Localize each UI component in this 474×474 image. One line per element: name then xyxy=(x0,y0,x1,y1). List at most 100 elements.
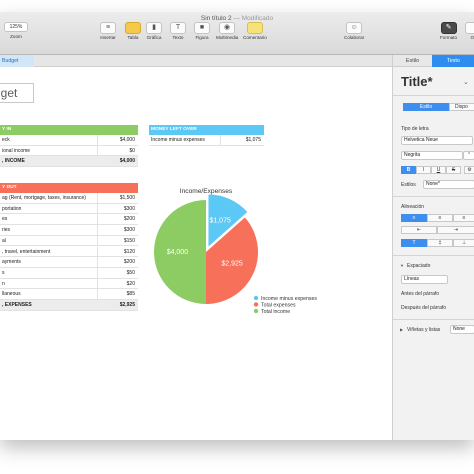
tab-budget[interactable]: Budget xyxy=(0,55,34,67)
seg-style[interactable]: Estilo xyxy=(403,103,449,111)
table-row[interactable]: al $150 xyxy=(0,235,138,247)
legend-swatch xyxy=(253,302,259,307)
align-right-button[interactable]: ≡ xyxy=(453,214,474,222)
money-left-header[interactable]: MONEY LEFT OVER xyxy=(149,125,264,135)
income-expenses-chart[interactable]: Income/Expenses $1,075 $2,925 $4,000 Incom… xyxy=(143,182,333,322)
strikethrough-button[interactable]: S xyxy=(446,166,461,174)
total-label: , INCOME xyxy=(2,158,25,165)
media-button[interactable]: ◉ Multimedia xyxy=(216,22,238,40)
disclosure-triangle-icon[interactable]: ▼ xyxy=(400,263,404,268)
font-size-stepper[interactable]: ⌃ xyxy=(463,151,474,160)
chevron-down-icon[interactable]: ⌄ xyxy=(463,78,469,86)
valign-bottom-button[interactable]: ⊥ xyxy=(453,239,474,247)
row-value: $1,500 xyxy=(119,195,135,201)
table-button[interactable]: Tabla xyxy=(125,22,141,40)
text-icon: T xyxy=(170,22,186,34)
table-row[interactable]: llaneous $85 xyxy=(0,289,138,300)
bold-button[interactable]: B xyxy=(401,166,416,174)
row-label: Income minus expenses xyxy=(151,137,205,143)
divider xyxy=(393,319,474,320)
character-style-select[interactable]: None* xyxy=(423,180,474,189)
cell-divider xyxy=(97,267,98,278)
cell-divider xyxy=(97,214,98,225)
italic-button[interactable]: I xyxy=(416,166,431,174)
valign-middle-button[interactable]: ‡ xyxy=(427,239,453,247)
table-row[interactable]: ag (Rent, mortgage, taxes, insurance) $1,… xyxy=(0,193,138,204)
money-in-header[interactable]: Y IN xyxy=(0,125,138,135)
sheet-title[interactable]: dget xyxy=(0,83,34,103)
table-total-row[interactable]: , INCOME $4,000 xyxy=(0,156,138,168)
sheet-canvas[interactable]: dget Y IN eck $4,000 ional income $0 , INCOM… xyxy=(0,67,392,440)
table-row[interactable]: es $200 xyxy=(0,214,138,226)
row-value: $200 xyxy=(123,259,135,266)
text-button[interactable]: T Texto xyxy=(170,22,186,40)
app-window: Sin título 2 — Modificado 125% Zoom ≡ In… xyxy=(0,12,474,440)
table-row[interactable]: Income minus expenses $1,075 xyxy=(149,135,264,146)
indent-decrease-button[interactable]: ⇤ xyxy=(401,226,437,234)
table-row[interactable]: ayments $200 xyxy=(0,257,138,268)
table-row[interactable]: portation $300 xyxy=(0,203,138,215)
disclosure-triangle-icon[interactable]: ▶ xyxy=(400,327,403,332)
media-icon: ◉ xyxy=(219,22,236,34)
comment-button[interactable]: Comentario xyxy=(243,22,267,40)
underline-button[interactable]: U xyxy=(431,166,446,174)
bullets-select[interactable]: None xyxy=(450,325,474,334)
bullets-label[interactable]: Viñetas y listas xyxy=(407,327,440,333)
list-icon: ≡ xyxy=(100,22,116,34)
organize-button[interactable]: Or xyxy=(465,22,474,40)
cell-divider xyxy=(97,145,98,156)
row-value: $300 xyxy=(123,205,135,212)
comment-label: Comentario xyxy=(243,35,267,40)
indent-increase-button[interactable]: ⇥ xyxy=(437,226,474,234)
paragraph-style-name[interactable]: Title* xyxy=(401,74,433,89)
table-row[interactable]: eck $4,000 xyxy=(0,135,138,146)
row-label: llaneous xyxy=(2,291,21,298)
shape-button[interactable]: ■ Figura xyxy=(194,22,210,40)
insert-button[interactable]: ≡ Insertar xyxy=(100,22,116,40)
format-button[interactable]: ✎ Formato xyxy=(440,22,457,40)
table-total-row[interactable]: , EXPENSES $2,925 xyxy=(0,300,138,311)
document-title[interactable]: Sin título 2 — Modificado xyxy=(0,15,474,22)
row-label: eck xyxy=(2,137,10,143)
row-value: $50 xyxy=(126,269,135,276)
row-value: $0 xyxy=(129,147,135,154)
collaborate-button[interactable]: ☺ Colaborar xyxy=(344,22,364,40)
font-weight-select[interactable]: Negrita xyxy=(401,151,463,160)
table-label: Tabla xyxy=(127,35,139,40)
table-row[interactable]: , travel, entertainment $120 xyxy=(0,246,138,258)
align-center-button[interactable]: ≡ xyxy=(427,214,453,222)
zoom-button[interactable]: 125% Zoom xyxy=(4,22,28,39)
cell-divider xyxy=(220,135,221,145)
table-row[interactable]: ional income $0 xyxy=(0,145,138,157)
organize-label: Or xyxy=(470,35,474,40)
zoom-label: Zoom xyxy=(10,34,22,39)
font-family-select[interactable]: Helvetica Neue xyxy=(401,136,473,145)
total-label: , EXPENSES xyxy=(2,302,32,308)
styles-label: Estilos xyxy=(401,182,416,188)
tab-text[interactable]: Texto xyxy=(432,55,474,67)
spacing-label[interactable]: Espaciado xyxy=(407,263,430,269)
row-value: $150 xyxy=(123,237,135,244)
table-row[interactable]: s $50 xyxy=(0,267,138,279)
after-paragraph-label: Después del párrafo xyxy=(401,305,447,311)
table-row[interactable]: ries $300 xyxy=(0,225,138,236)
legend-swatch xyxy=(253,308,259,314)
chart-button[interactable]: ▮ Gráfica xyxy=(146,22,162,40)
organize-icon xyxy=(465,22,474,34)
table-row[interactable]: n $20 xyxy=(0,278,138,290)
text-label: Texto xyxy=(172,35,184,40)
gear-icon[interactable]: ⚙ xyxy=(464,166,474,174)
align-left-button[interactable]: ≡ xyxy=(401,214,427,222)
valign-top-button[interactable]: T xyxy=(401,239,427,247)
seg-layout[interactable]: Dispo xyxy=(449,103,474,111)
money-out-header[interactable]: Y OUT xyxy=(0,183,138,193)
row-value: $200 xyxy=(123,216,135,223)
sheet-tab-bar: Budget xyxy=(0,55,392,67)
row-value: $20 xyxy=(126,280,135,287)
format-inspector: Estilo Texto Title* ⌄ Estilo Dispo Tipo … xyxy=(392,55,474,440)
tab-style[interactable]: Estilo xyxy=(393,55,432,67)
cell-divider xyxy=(97,289,98,299)
legend-entry: Total income xyxy=(261,309,290,315)
chart-icon: ▮ xyxy=(146,22,162,34)
line-spacing-select[interactable]: Líneas xyxy=(401,275,448,284)
